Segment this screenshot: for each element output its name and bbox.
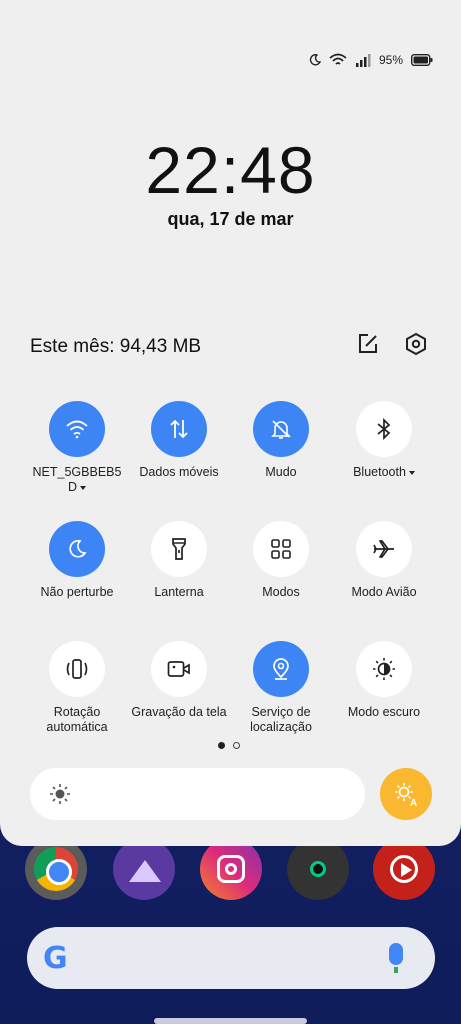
- auto-brightness-icon: A: [395, 783, 417, 808]
- tile-label-flashlight: Lanterna: [154, 585, 204, 599]
- auto-rotate-toggle[interactable]: [49, 641, 105, 697]
- google-logo-icon: G: [43, 941, 68, 976]
- google-search-bar[interactable]: G: [27, 927, 435, 989]
- airplane-icon: [373, 540, 394, 558]
- tile-mobile-data[interactable]: Dados móveis: [129, 401, 229, 480]
- status-bar: 95%: [309, 50, 433, 70]
- navigation-handle[interactable]: [154, 1018, 307, 1024]
- do-not-disturb-toggle[interactable]: [49, 521, 105, 577]
- tile-label-airplane-mode: Modo Avião: [351, 585, 417, 599]
- flashlight-toggle[interactable]: [151, 521, 207, 577]
- chrome-icon[interactable]: [25, 838, 87, 900]
- brightness-slider[interactable]: [30, 768, 365, 820]
- moon-status-icon: [309, 54, 321, 66]
- youtube-music-icon[interactable]: [373, 838, 435, 900]
- page-indicator[interactable]: [218, 742, 240, 749]
- location-toggle[interactable]: [253, 641, 309, 697]
- tile-label-do-not-disturb: Não perturbe: [40, 585, 114, 599]
- tile-screen-record[interactable]: Gravação da tela: [129, 641, 229, 720]
- tile-label-wifi: NET_5GBBEB5 D: [32, 465, 122, 494]
- page-dot-1[interactable]: [218, 742, 225, 749]
- clock-time[interactable]: 22:48: [0, 132, 461, 208]
- page-dot-2[interactable]: [233, 742, 240, 749]
- tile-airplane-mode[interactable]: Modo Avião: [334, 521, 434, 600]
- mobile-data-toggle[interactable]: [151, 401, 207, 457]
- mobile-data-icon: [170, 419, 188, 439]
- tile-label-mobile-data: Dados móveis: [139, 465, 219, 479]
- tile-location[interactable]: Serviço de localização: [231, 641, 331, 735]
- tile-label-bluetooth: Bluetooth: [334, 465, 434, 480]
- flashlight-icon: [172, 538, 186, 560]
- chevron-down-icon[interactable]: [408, 470, 415, 475]
- tile-bluetooth[interactable]: Bluetooth: [334, 401, 434, 480]
- tile-label-screen-record: Gravação da tela: [131, 705, 227, 719]
- tile-do-not-disturb[interactable]: Não perturbe: [27, 521, 127, 600]
- tile-label-location: Serviço de localização: [250, 705, 312, 734]
- bell-off-icon: [271, 420, 291, 439]
- screen-record-icon: [167, 661, 190, 677]
- tile-label-dark-mode: Modo escuro: [347, 705, 421, 719]
- dark-mode-toggle[interactable]: [356, 641, 412, 697]
- instagram-icon[interactable]: [200, 838, 262, 900]
- chevron-down-icon[interactable]: [80, 485, 87, 490]
- battery-percent: 95%: [378, 53, 403, 67]
- svg-text:A: A: [410, 798, 417, 808]
- music-icon[interactable]: [287, 838, 349, 900]
- tile-dark-mode[interactable]: Modo escuro: [334, 641, 434, 720]
- screen-record-toggle[interactable]: [151, 641, 207, 697]
- moon-icon: [69, 539, 87, 558]
- tile-mute[interactable]: Mudo: [231, 401, 331, 480]
- modes-toggle[interactable]: [253, 521, 309, 577]
- tile-label-auto-rotate: Rotação automática: [46, 705, 108, 734]
- auto-brightness-button[interactable]: A: [380, 768, 432, 820]
- airplane-mode-toggle[interactable]: [356, 521, 412, 577]
- brightness-icon: [50, 784, 70, 804]
- tile-wifi[interactable]: NET_5GBBEB5 D: [27, 401, 127, 495]
- quick-settings-shade: 95% 22:48 qua, 17 de mar Este mês: 94,43…: [0, 0, 461, 846]
- wifi-icon: [66, 420, 88, 439]
- grid-icon: [271, 539, 291, 559]
- tile-modes[interactable]: Modos: [231, 521, 331, 600]
- settings-icon[interactable]: [404, 332, 428, 356]
- tile-label-modes: Modos: [262, 585, 300, 599]
- tile-label-mute: Mudo: [265, 465, 297, 479]
- rotate-icon: [66, 659, 88, 679]
- location-icon: [273, 658, 289, 680]
- edit-icon[interactable]: [356, 332, 380, 356]
- tile-auto-rotate[interactable]: Rotação automática: [27, 641, 127, 735]
- mic-icon[interactable]: [389, 943, 403, 973]
- wifi-status-icon: [329, 53, 347, 65]
- bluetooth-toggle[interactable]: [356, 401, 412, 457]
- gallery-icon[interactable]: [113, 838, 175, 900]
- mute-toggle[interactable]: [253, 401, 309, 457]
- bluetooth-icon: [377, 418, 391, 440]
- dark-mode-icon: [373, 658, 395, 680]
- data-usage-text[interactable]: Este mês: 94,43 MB: [30, 336, 201, 358]
- wifi-toggle[interactable]: [49, 401, 105, 457]
- signal-status-icon: [355, 54, 371, 67]
- tile-flashlight[interactable]: Lanterna: [129, 521, 229, 600]
- battery-icon: [411, 54, 433, 66]
- clock-date[interactable]: qua, 17 de mar: [0, 209, 461, 230]
